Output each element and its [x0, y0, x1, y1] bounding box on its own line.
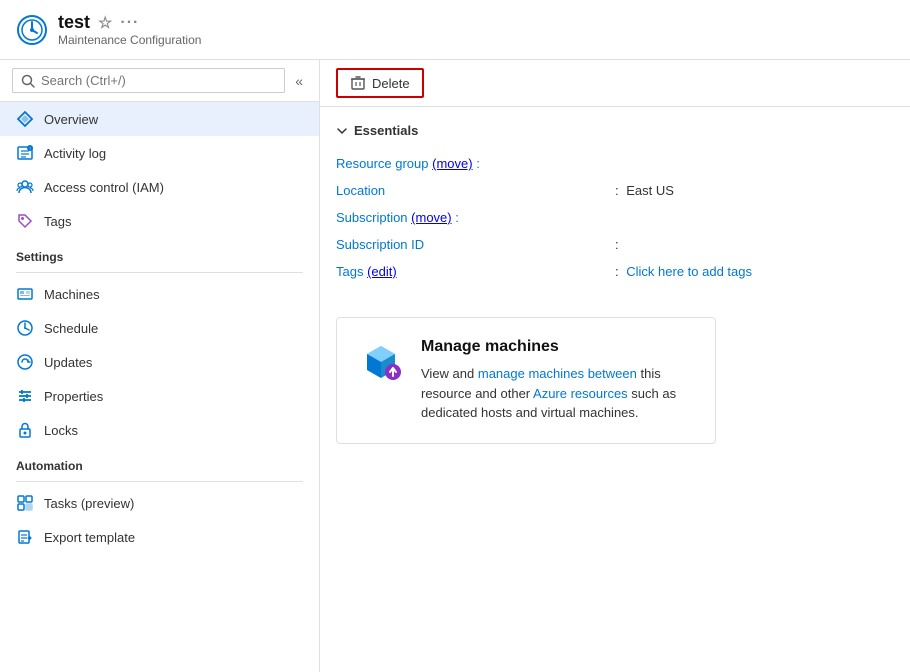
more-options[interactable]: ··· [120, 14, 139, 32]
resource-group-move-link[interactable]: (move) [432, 156, 472, 171]
essentials-label-subscription: Subscription (move) : [336, 204, 615, 231]
sidebar-item-label: Machines [44, 287, 100, 302]
sidebar: « Overview ! [0, 60, 320, 672]
sidebar-item-label: Access control (IAM) [44, 180, 164, 195]
manage-card-description: View and manage machines between this re… [421, 364, 695, 423]
essentials-value-subscription [615, 204, 894, 231]
title-area: test ☆ ··· Maintenance Configuration [58, 12, 201, 47]
sidebar-item-label: Locks [44, 423, 78, 438]
svg-text:!: ! [29, 146, 30, 151]
tags-edit-link[interactable]: (edit) [367, 264, 397, 279]
add-tags-link[interactable]: Click here to add tags [626, 264, 752, 279]
sidebar-item-access-control[interactable]: Access control (IAM) [0, 170, 319, 204]
resource-type: Maintenance Configuration [58, 33, 201, 47]
sidebar-item-label: Overview [44, 112, 98, 127]
app-header: test ☆ ··· Maintenance Configuration [0, 0, 910, 60]
essentials-title[interactable]: Essentials [336, 123, 894, 138]
essentials-section: Essentials Resource group (move) : Locat… [320, 107, 910, 301]
search-area: « [0, 60, 319, 102]
essentials-label-resource-group: Resource group (move) : [336, 150, 615, 177]
essentials-label-location: Location [336, 177, 615, 204]
search-input[interactable] [41, 73, 276, 88]
search-icon [21, 74, 35, 88]
toolbar: Delete [320, 60, 910, 107]
sidebar-item-updates[interactable]: Updates [0, 345, 319, 379]
manage-machines-card: Manage machines View and manage machines… [336, 317, 716, 444]
overview-icon [16, 110, 34, 128]
settings-divider [16, 272, 303, 273]
search-box[interactable] [12, 68, 285, 93]
manage-card-content: Manage machines View and manage machines… [421, 338, 695, 423]
sidebar-item-label: Tags [44, 214, 71, 229]
tags-icon [16, 212, 34, 230]
essentials-value-subscription-id: : [615, 231, 894, 258]
sidebar-item-activity-log[interactable]: ! Activity log [0, 136, 319, 170]
sidebar-item-label: Schedule [44, 321, 98, 336]
tasks-icon [16, 494, 34, 512]
automation-divider [16, 481, 303, 482]
delete-label: Delete [372, 76, 410, 91]
schedule-icon [16, 319, 34, 337]
title-text: test [58, 12, 90, 33]
settings-section-header: Settings [0, 238, 319, 268]
delete-icon [350, 75, 366, 91]
access-control-icon [16, 178, 34, 196]
sidebar-item-tags[interactable]: Tags [0, 204, 319, 238]
properties-icon [16, 387, 34, 405]
updates-icon [16, 353, 34, 371]
app-icon [16, 14, 48, 46]
sidebar-item-label: Properties [44, 389, 103, 404]
sidebar-item-label: Activity log [44, 146, 106, 161]
sidebar-item-tasks[interactable]: Tasks (preview) [0, 486, 319, 520]
essentials-grid: Resource group (move) : Location : East … [336, 150, 894, 285]
favorite-star[interactable]: ☆ [98, 13, 112, 33]
delete-button[interactable]: Delete [336, 68, 424, 98]
sidebar-item-label: Tasks (preview) [44, 496, 134, 511]
machines-icon [16, 285, 34, 303]
collapse-icon [336, 125, 348, 137]
manage-card-title: Manage machines [421, 338, 695, 356]
activity-log-icon: ! [16, 144, 34, 162]
manage-machines-icon [357, 338, 405, 386]
sidebar-item-label: Updates [44, 355, 92, 370]
sidebar-item-locks[interactable]: Locks [0, 413, 319, 447]
locks-icon [16, 421, 34, 439]
essentials-label-tags: Tags (edit) [336, 258, 615, 285]
sidebar-item-machines[interactable]: Machines [0, 277, 319, 311]
automation-section-header: Automation [0, 447, 319, 477]
essentials-label-subscription-id: Subscription ID [336, 231, 615, 258]
sidebar-item-overview[interactable]: Overview [0, 102, 319, 136]
essentials-value-tags: : Click here to add tags [615, 258, 894, 285]
subscription-move-link[interactable]: (move) [411, 210, 451, 225]
collapse-button[interactable]: « [291, 71, 307, 91]
sidebar-item-label: Export template [44, 530, 135, 545]
sidebar-item-schedule[interactable]: Schedule [0, 311, 319, 345]
main-layout: « Overview ! [0, 60, 910, 672]
essentials-value-resource-group [615, 150, 894, 177]
content-area: Delete Essentials Resource group (move) … [320, 60, 910, 672]
sidebar-item-properties[interactable]: Properties [0, 379, 319, 413]
resource-title: test ☆ ··· [58, 12, 201, 33]
sidebar-item-export-template[interactable]: Export template [0, 520, 319, 554]
export-icon [16, 528, 34, 546]
essentials-value-location: : East US [615, 177, 894, 204]
